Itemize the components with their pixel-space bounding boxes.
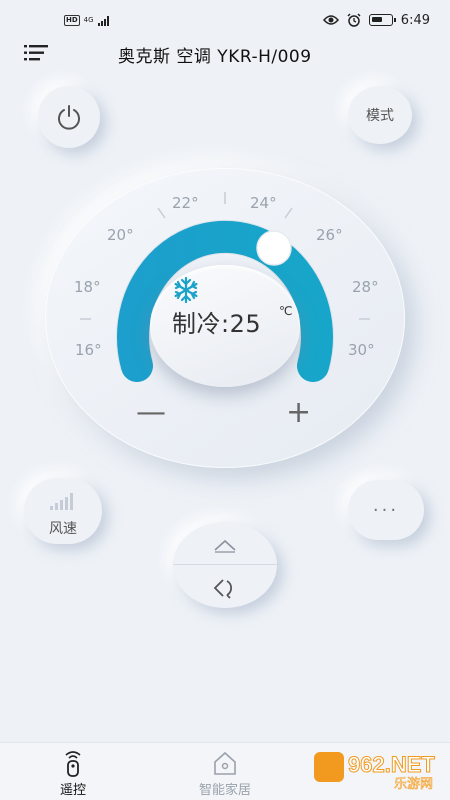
fan-speed-button[interactable]: 风速 xyxy=(24,478,102,544)
decrease-temp-button[interactable]: — xyxy=(136,398,166,428)
fan-speed-icon xyxy=(50,493,73,510)
watermark-brand: 962.NET xyxy=(348,752,435,777)
swing-control xyxy=(173,522,277,608)
tick-label-30: 30° xyxy=(348,341,375,359)
tab-remote-label: 遥控 xyxy=(59,783,86,798)
temperature-unit: ℃ xyxy=(279,304,293,318)
watermark-sub: 乐游网 xyxy=(394,777,433,790)
increase-temp-button[interactable]: + xyxy=(286,398,311,428)
watermark-logo: 962.NET 乐游网 xyxy=(314,752,436,790)
remote-icon xyxy=(65,751,81,777)
network-type: 4G xyxy=(83,16,94,24)
swing-vertical-icon[interactable] xyxy=(211,536,239,554)
swing-horizontal-icon[interactable] xyxy=(211,576,239,600)
menu-icon[interactable] xyxy=(24,44,48,62)
tick-label-28: 28° xyxy=(352,278,379,296)
tick-label-26: 26° xyxy=(316,226,343,244)
alarm-icon xyxy=(347,13,361,27)
tab-smart-home[interactable]: 智能家居 xyxy=(180,749,270,798)
status-left: HD 4G xyxy=(64,14,112,26)
status-time: 6:49 xyxy=(400,12,430,28)
tab-remote[interactable]: 遥控 xyxy=(28,749,118,798)
eye-icon xyxy=(322,15,339,25)
power-button[interactable] xyxy=(38,86,100,148)
status-bar: HD 4G 6:49 xyxy=(0,0,450,40)
battery-icon xyxy=(368,14,396,26)
swing-divider xyxy=(173,564,277,565)
hd-badge: HD xyxy=(64,14,80,26)
status-right: 6:49 xyxy=(322,12,430,28)
tick-label-22: 22° xyxy=(172,194,199,212)
device-title: 奥克斯 空调 YKR-H/009 xyxy=(118,47,312,67)
tick-label-16: 16° xyxy=(75,341,102,359)
tab-smart-home-label: 智能家居 xyxy=(198,783,251,798)
power-icon xyxy=(58,105,80,130)
fan-speed-label: 风速 xyxy=(49,521,77,537)
more-button[interactable]: ··· xyxy=(348,480,424,540)
temperature-handle[interactable] xyxy=(256,230,292,266)
mode-button[interactable]: 模式 xyxy=(348,86,412,144)
signal-icon xyxy=(97,16,109,26)
temperature-readout: 制冷:25 xyxy=(172,310,262,338)
snowflake-icon xyxy=(174,276,198,304)
smart-home-icon xyxy=(214,751,236,775)
tick-label-18: 18° xyxy=(74,278,101,296)
tick-label-24: 24° xyxy=(250,194,277,212)
tick-label-20: 20° xyxy=(107,226,134,244)
header: 奥克斯 空调 YKR-H/009 xyxy=(0,40,450,67)
